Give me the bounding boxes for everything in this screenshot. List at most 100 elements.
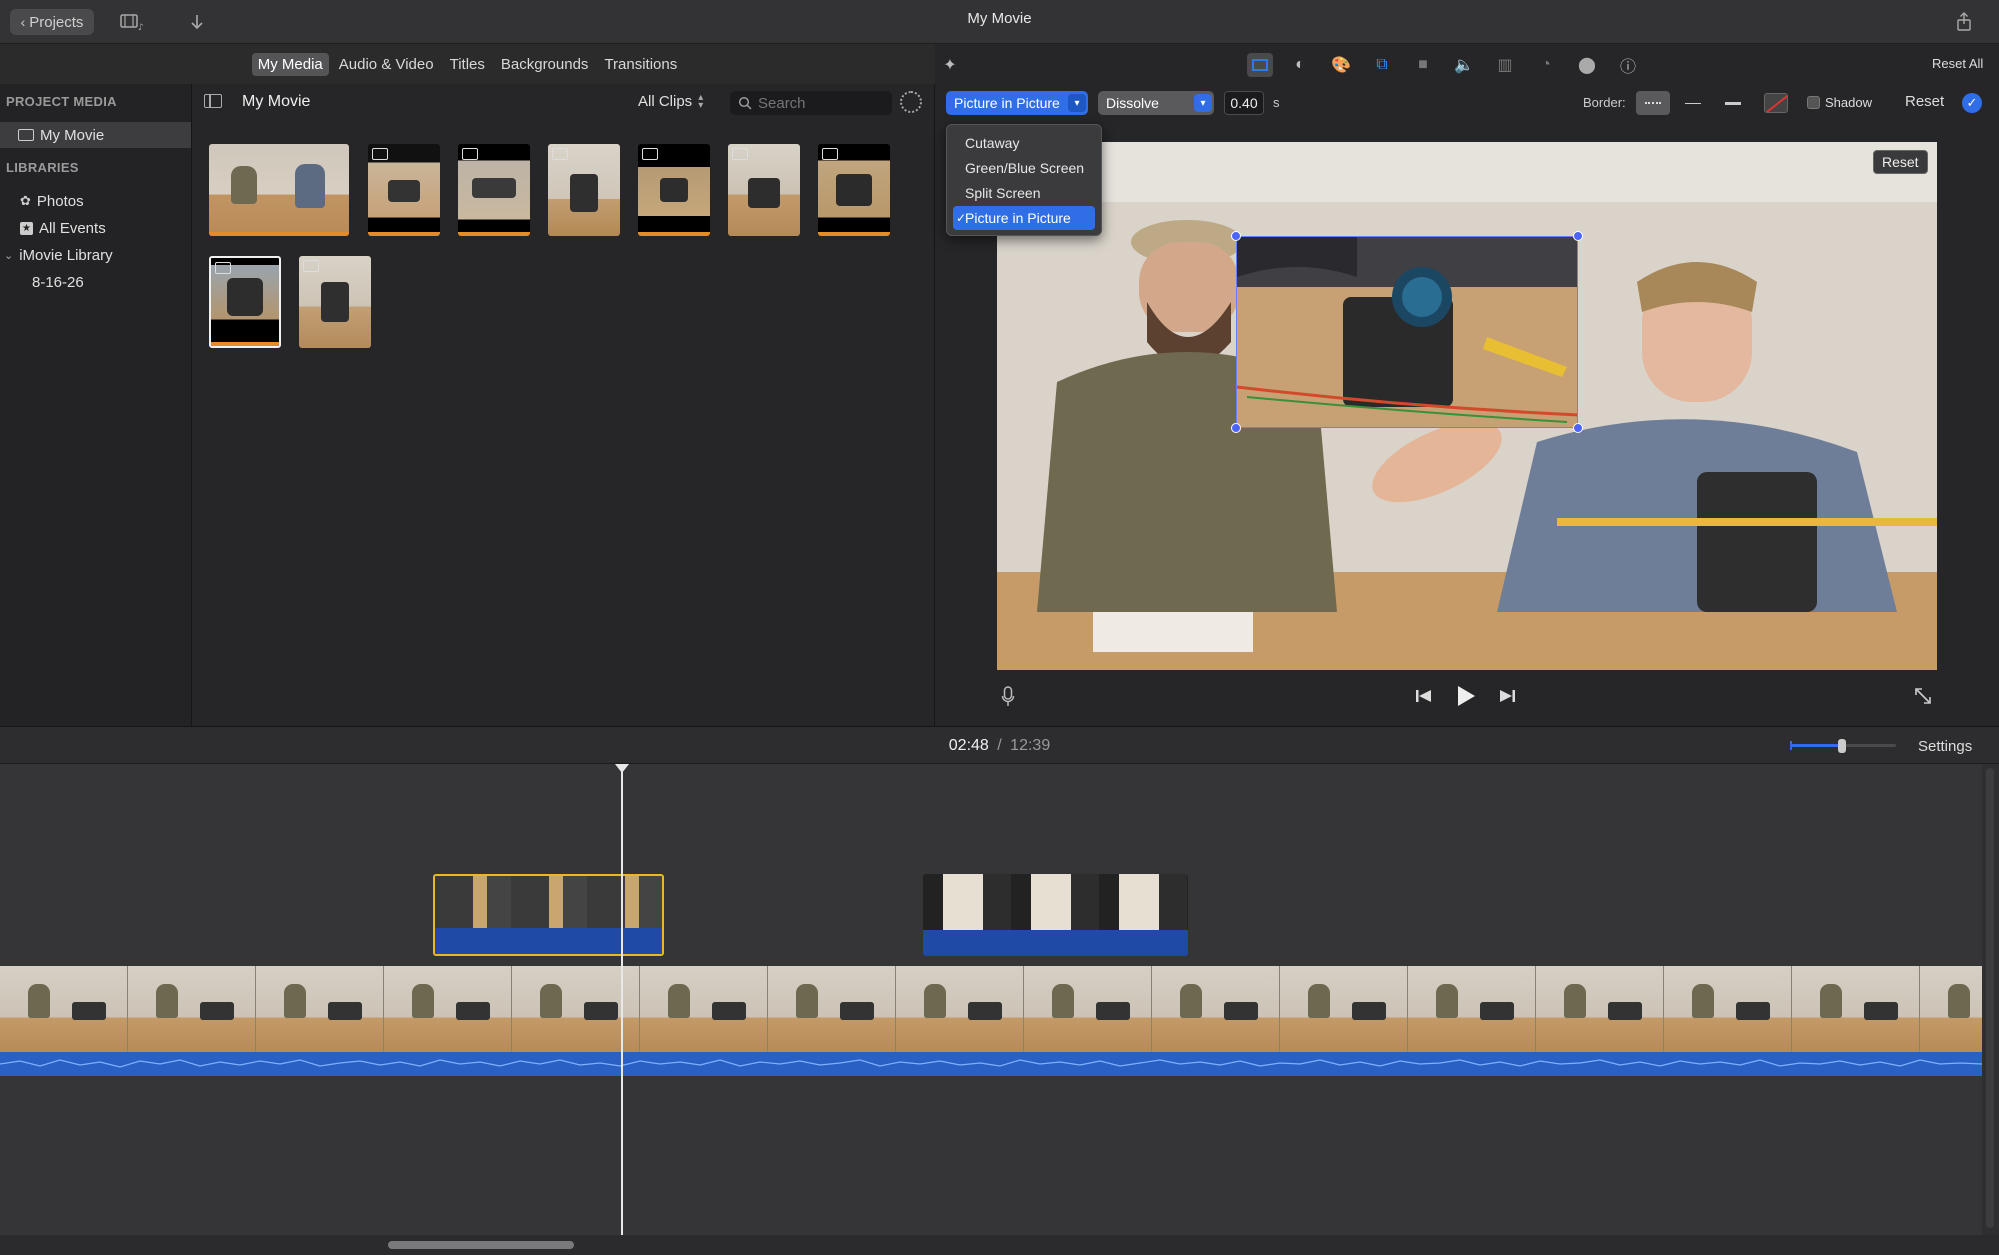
filmstrip-frame bbox=[384, 966, 512, 1052]
border-thick-button[interactable] bbox=[1716, 91, 1750, 115]
zoom-slider-thumb[interactable] bbox=[1838, 739, 1846, 753]
frame-person bbox=[284, 984, 306, 1018]
border-none-button[interactable] bbox=[1636, 91, 1670, 115]
speed-icon[interactable]: ◔ bbox=[1535, 54, 1557, 76]
libraries-sidebar: PROJECT MEDIA My Movie LIBRARIES ✿ Photo… bbox=[0, 84, 192, 726]
sidebar-toggle-icon[interactable] bbox=[204, 94, 222, 108]
audio-waveform[interactable] bbox=[0, 1052, 1983, 1076]
skip-forward-icon[interactable] bbox=[1498, 688, 1516, 709]
sidebar-item-all-events[interactable]: ★ All Events bbox=[0, 215, 191, 241]
camera-icon bbox=[642, 148, 658, 160]
transition-select[interactable]: Dissolve ▾ bbox=[1098, 91, 1214, 115]
clip-thumbnail[interactable] bbox=[368, 144, 440, 236]
clip-thumbnail[interactable] bbox=[209, 144, 349, 236]
frame-person bbox=[1180, 984, 1202, 1018]
reset-all-button[interactable]: Reset All bbox=[1932, 56, 1983, 71]
frame-drone bbox=[840, 1002, 874, 1020]
sidebar-item-event[interactable]: 8-16-26 bbox=[0, 269, 191, 295]
tab-my-media[interactable]: My Media bbox=[251, 52, 329, 76]
playhead[interactable] bbox=[621, 764, 623, 1238]
video-overlay-icon[interactable] bbox=[1247, 53, 1273, 77]
sidebar-item-imovie-library[interactable]: ⌄ iMovie Library bbox=[0, 242, 191, 268]
reset-button[interactable]: Reset bbox=[1905, 93, 1944, 110]
main-video-track[interactable] bbox=[0, 966, 1999, 1052]
tab-audio-video[interactable]: Audio & Video bbox=[333, 53, 440, 76]
filmstrip-frame bbox=[0, 966, 128, 1052]
overlay-clip[interactable] bbox=[923, 874, 1188, 956]
magic-wand-icon[interactable]: ✦ bbox=[939, 54, 961, 76]
sidebar-item-photos[interactable]: ✿ Photos bbox=[0, 188, 191, 214]
frame-person bbox=[412, 984, 434, 1018]
total-time: 12:39 bbox=[1010, 737, 1051, 754]
tab-backgrounds[interactable]: Backgrounds bbox=[495, 53, 595, 76]
title-bar: ‹ Projects ♪ My Movie bbox=[0, 0, 1999, 44]
zoom-slider[interactable] bbox=[1790, 739, 1896, 753]
clip-thumbnail[interactable] bbox=[728, 144, 800, 236]
frame-drone bbox=[1352, 1002, 1386, 1020]
pip-resize-handle[interactable] bbox=[1573, 231, 1583, 241]
frame-drone bbox=[1864, 1002, 1898, 1020]
clips-filter-select[interactable]: All Clips ▴ ▾ bbox=[638, 92, 703, 110]
clip-thumbnail[interactable] bbox=[818, 144, 890, 236]
clip-thumbnail[interactable] bbox=[638, 144, 710, 236]
border-color-swatch[interactable] bbox=[1764, 93, 1788, 113]
frame-person bbox=[1436, 984, 1458, 1018]
browser-title: My Movie bbox=[242, 93, 311, 110]
shadow-checkbox[interactable] bbox=[1807, 96, 1820, 109]
pip-resize-handle[interactable] bbox=[1573, 423, 1583, 433]
pip-resize-handle[interactable] bbox=[1231, 423, 1241, 433]
frame-drone bbox=[968, 1002, 1002, 1020]
search-field[interactable] bbox=[730, 91, 892, 115]
crop-icon[interactable]: ⧉ bbox=[1371, 54, 1393, 76]
frame-drone bbox=[584, 1002, 618, 1020]
vertical-scrollbar[interactable] bbox=[1982, 764, 1999, 1235]
imovie-window: ‹ Projects ♪ My Movie My Media Audio & V… bbox=[0, 0, 1999, 1255]
play-icon[interactable] bbox=[1455, 684, 1477, 713]
search-input[interactable] bbox=[758, 94, 878, 112]
share-icon[interactable] bbox=[1952, 9, 1976, 35]
playhead-marker-icon[interactable] bbox=[615, 764, 629, 773]
preview-reset-button[interactable]: Reset bbox=[1873, 150, 1928, 174]
fullscreen-icon[interactable] bbox=[1913, 686, 1933, 711]
menu-item-cutaway[interactable]: Cutaway bbox=[953, 131, 1095, 155]
frame-drone bbox=[328, 1002, 362, 1020]
clip-thumbnail[interactable] bbox=[299, 256, 371, 348]
clip-thumbnail-selected[interactable] bbox=[209, 256, 281, 348]
menu-item-split-screen[interactable]: Split Screen bbox=[953, 181, 1095, 205]
overlay-mode-select[interactable]: Picture in Picture ▾ bbox=[946, 91, 1088, 115]
chevron-down-icon: ⌄ bbox=[4, 249, 14, 262]
frame-person bbox=[1052, 984, 1074, 1018]
menu-item-green-blue-screen[interactable]: Green/Blue Screen bbox=[953, 156, 1095, 180]
horizontal-scrollbar[interactable] bbox=[0, 1235, 1999, 1255]
camera-icon bbox=[372, 148, 388, 160]
frame-drone bbox=[1608, 1002, 1642, 1020]
clip-thumbnail[interactable] bbox=[458, 144, 530, 236]
noise-reduction-icon[interactable]: ▥ bbox=[1494, 54, 1516, 76]
settings-button[interactable]: Settings bbox=[1918, 738, 1972, 755]
pip-resize-handle[interactable] bbox=[1231, 231, 1241, 241]
menu-item-picture-in-picture[interactable]: ✓ Picture in Picture bbox=[953, 206, 1095, 230]
overlay-clip-selected[interactable] bbox=[433, 874, 664, 956]
volume-icon[interactable]: 🔈 bbox=[1453, 54, 1475, 76]
frame-person bbox=[1692, 984, 1714, 1018]
scrollbar-thumb[interactable] bbox=[388, 1241, 574, 1249]
picture-in-picture-overlay[interactable] bbox=[1236, 236, 1578, 428]
border-thin-button[interactable] bbox=[1676, 91, 1710, 115]
apply-checkmark-icon[interactable]: ✓ bbox=[1962, 93, 1982, 113]
overlay-controls: Picture in Picture ▾ Dissolve ▾ 0.40 s B… bbox=[935, 88, 1999, 118]
microphone-icon[interactable] bbox=[1001, 686, 1015, 708]
clip-filter-icon[interactable]: ⬤ bbox=[1576, 54, 1598, 76]
clip-thumbnail[interactable] bbox=[548, 144, 620, 236]
info-icon[interactable]: ⓘ bbox=[1617, 54, 1639, 76]
sidebar-item-my-movie[interactable]: My Movie bbox=[0, 122, 191, 148]
tab-titles[interactable]: Titles bbox=[444, 53, 491, 76]
tab-transitions[interactable]: Transitions bbox=[598, 53, 683, 76]
stabilization-icon[interactable]: ■ bbox=[1412, 54, 1434, 76]
duration-field[interactable]: 0.40 bbox=[1224, 91, 1264, 115]
gear-icon[interactable] bbox=[900, 91, 922, 113]
color-correction-icon[interactable]: 🎨 bbox=[1330, 54, 1352, 76]
color-balance-icon[interactable]: ◐ bbox=[1289, 54, 1311, 76]
skip-back-icon[interactable] bbox=[1415, 688, 1433, 709]
filmstrip-frame bbox=[768, 966, 896, 1052]
project-media-heading: PROJECT MEDIA bbox=[6, 94, 117, 109]
